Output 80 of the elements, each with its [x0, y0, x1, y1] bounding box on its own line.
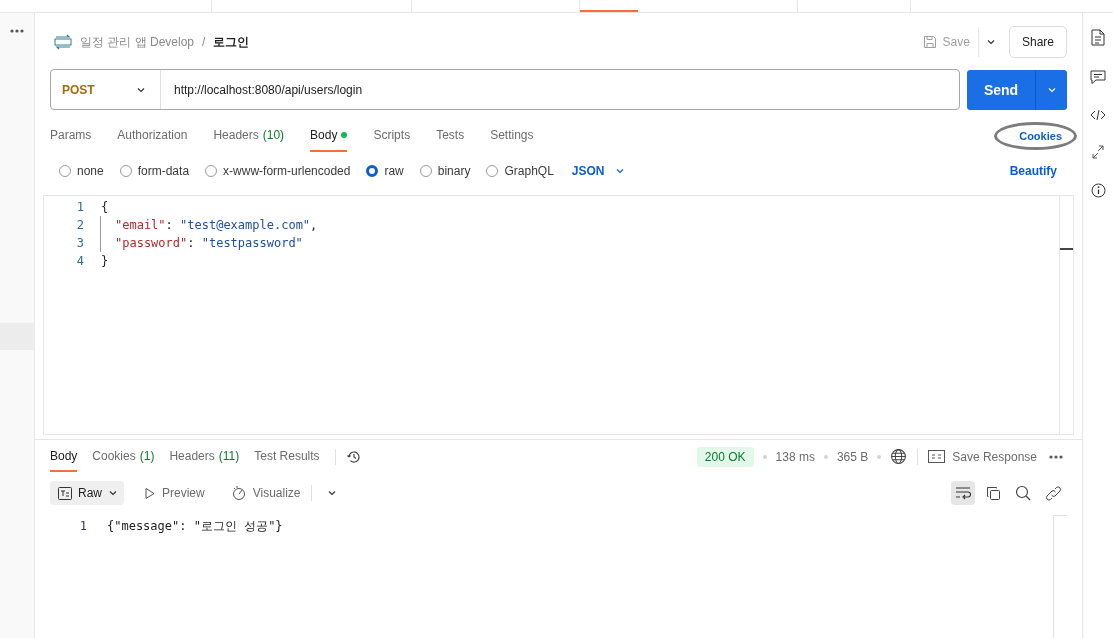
request-tab[interactable]: Headers (10): [213, 120, 285, 152]
line-number: 2: [75, 218, 84, 232]
radio-button[interactable]: [486, 165, 499, 177]
play-icon: [144, 486, 156, 500]
view-mode-button[interactable]: Raw: [50, 481, 124, 505]
text-icon: [58, 486, 72, 500]
line-number: 1: [78, 519, 87, 533]
beautify-link[interactable]: Beautify: [1009, 164, 1057, 178]
body-type-option[interactable]: x-www-form-urlencoded: [205, 164, 351, 178]
response-size[interactable]: 365 B: [836, 449, 869, 464]
method-dropdown[interactable]: POST: [51, 70, 161, 109]
link-icon: [1045, 485, 1061, 501]
request-tab[interactable]: Body: [310, 120, 348, 152]
body-type-option[interactable]: none: [59, 164, 104, 178]
cookies-link[interactable]: Cookies: [994, 122, 1077, 150]
share-button[interactable]: Share: [1008, 26, 1067, 58]
line-number: 3: [75, 236, 84, 250]
radio-button[interactable]: [205, 165, 218, 177]
code-line: "password": "testpassword": [100, 234, 303, 252]
save-response-button[interactable]: Save Response: [928, 449, 1037, 464]
radio-button[interactable]: [59, 165, 71, 177]
code-line: }: [100, 253, 109, 270]
request-tab[interactable]: Scripts: [373, 120, 411, 152]
save-icon: [922, 35, 937, 49]
request-tab[interactable]: Authorization: [117, 120, 188, 152]
radio-button[interactable]: [366, 165, 379, 177]
response-tab[interactable]: Cookies (1): [92, 441, 155, 472]
history-icon[interactable]: [345, 448, 362, 465]
info-icon[interactable]: [1090, 183, 1106, 198]
search-icon: [1015, 485, 1031, 501]
response-tab[interactable]: Test Results: [254, 441, 320, 472]
document-icon[interactable]: [1091, 29, 1105, 46]
url-bar[interactable]: POST http://localhost:8080/api/users/login: [50, 69, 960, 110]
status-badge: 200 OK: [696, 446, 754, 467]
copy-icon: [985, 485, 1001, 501]
code-editor[interactable]: 1 { 2 "email": "test@example.com", 3 "password": "testpassword" 4 }: [43, 195, 1074, 435]
scrollbar[interactable]: [1053, 515, 1067, 638]
tab-count: (10): [262, 128, 285, 142]
wrap-lines-button[interactable]: [951, 481, 975, 505]
body-type-option[interactable]: raw: [366, 164, 404, 178]
view-mode-button[interactable]: Preview: [136, 481, 211, 505]
body-type-option[interactable]: binary: [419, 164, 471, 178]
response-time[interactable]: 138 ms: [775, 449, 815, 464]
code-icon[interactable]: [1090, 109, 1106, 121]
http-icon: [54, 34, 72, 50]
expand-icon[interactable]: [1092, 145, 1104, 159]
caret-icon: [108, 488, 118, 498]
request-tab[interactable]: Tests: [436, 120, 465, 152]
tab-count: (11): [218, 448, 240, 463]
scrollbar[interactable]: [1059, 196, 1074, 434]
code-line: {: [100, 199, 109, 216]
line-number: 1: [75, 200, 84, 214]
caret-icon: [326, 488, 337, 498]
caret-icon: [614, 166, 625, 176]
more-icon[interactable]: [10, 29, 24, 33]
request-tab[interactable]: Params: [50, 120, 92, 152]
radio-button[interactable]: [419, 165, 432, 177]
body-type-option[interactable]: form-data: [119, 164, 190, 178]
breadcrumb-separator: /: [202, 35, 206, 49]
code-line: "email": "test@example.com",: [100, 216, 318, 234]
comment-icon[interactable]: [1090, 70, 1106, 85]
collection-name[interactable]: 일정 관리 앱 Develop: [80, 33, 195, 51]
view-mode-button[interactable]: Visualize: [222, 481, 307, 505]
response-tab[interactable]: Body: [50, 441, 78, 472]
wrap-icon: [955, 486, 971, 500]
more-icon[interactable]: [1049, 454, 1063, 459]
radio-button[interactable]: [119, 165, 132, 177]
caret-icon: [985, 37, 996, 47]
request-name: 로그인: [213, 33, 250, 51]
globe-icon[interactable]: [890, 448, 908, 465]
line-number: 4: [75, 254, 84, 268]
code-line: {"message": "로그인 성공"}: [106, 517, 283, 535]
response-tab[interactable]: Headers (11): [169, 441, 240, 472]
request-tab[interactable]: Settings: [490, 120, 534, 152]
body-type-option[interactable]: GraphQL: [486, 164, 554, 178]
url-input[interactable]: http://localhost:8080/api/users/login: [161, 82, 959, 97]
tab-count: (1): [139, 448, 155, 463]
send-button[interactable]: Send: [967, 69, 1035, 110]
send-options-button[interactable]: [1035, 69, 1067, 110]
format-dropdown[interactable]: JSON: [569, 164, 625, 178]
